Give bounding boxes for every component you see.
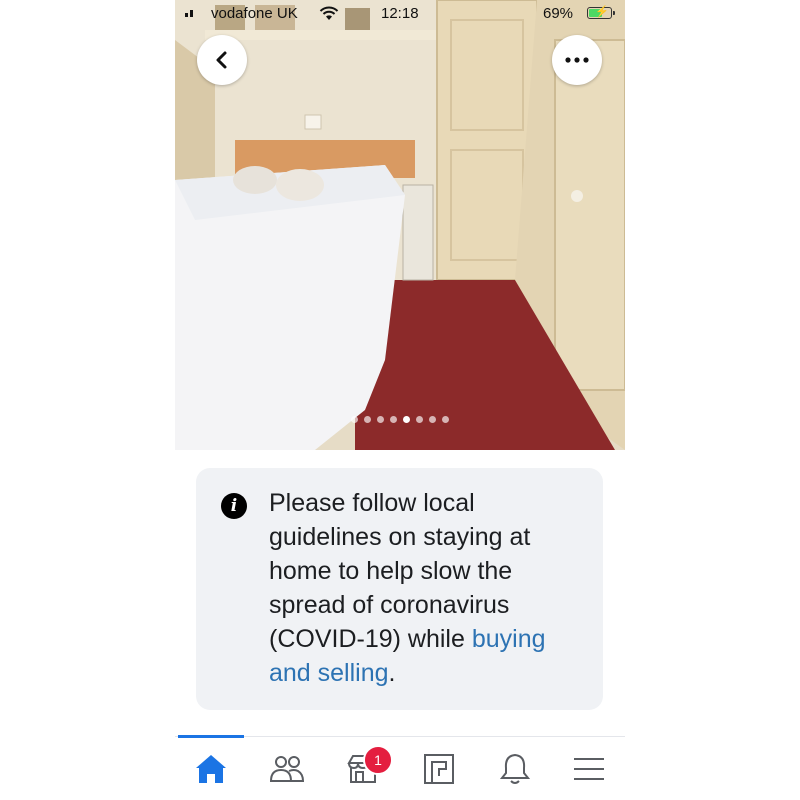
covid-notice-card: i Please follow local guidelines on stay… bbox=[196, 468, 603, 710]
pager-dot[interactable] bbox=[403, 416, 410, 423]
notice-message: Please follow local guidelines on stayin… bbox=[269, 486, 587, 690]
menu-icon bbox=[574, 758, 604, 780]
photo-pager[interactable] bbox=[175, 416, 625, 423]
pager-dot[interactable] bbox=[416, 416, 423, 423]
marketplace-listing-screen: vodafone UK 12:18 69% ⚡ i Please follow … bbox=[175, 0, 625, 800]
marketplace-badge: 1 bbox=[363, 745, 393, 775]
pager-dot[interactable] bbox=[364, 416, 371, 423]
bottom-tab-bar: 1 bbox=[175, 735, 625, 800]
pager-dot[interactable] bbox=[442, 416, 449, 423]
listing-photo[interactable]: vodafone UK 12:18 69% ⚡ bbox=[175, 0, 625, 450]
battery-percent: 69% bbox=[543, 5, 574, 22]
tab-notifications[interactable] bbox=[490, 749, 540, 789]
more-dots-icon bbox=[565, 57, 589, 63]
more-options-button[interactable] bbox=[552, 35, 602, 85]
pager-dot[interactable] bbox=[429, 416, 436, 423]
active-tab-indicator bbox=[178, 735, 244, 738]
carrier-name: vodafone UK bbox=[211, 5, 298, 22]
pages-icon bbox=[424, 754, 454, 784]
info-icon: i bbox=[221, 493, 247, 519]
notice-period: . bbox=[388, 659, 396, 687]
pager-dot[interactable] bbox=[351, 416, 358, 423]
bell-icon bbox=[499, 753, 531, 784]
pager-dot[interactable] bbox=[390, 416, 397, 423]
back-button[interactable] bbox=[197, 35, 247, 85]
friends-icon bbox=[269, 756, 305, 782]
tab-menu[interactable] bbox=[564, 749, 614, 789]
tab-pages[interactable] bbox=[414, 749, 464, 789]
tab-home[interactable] bbox=[186, 749, 236, 789]
tab-friends[interactable] bbox=[262, 749, 312, 789]
wifi-icon bbox=[319, 6, 339, 21]
status-bar: vodafone UK 12:18 69% ⚡ bbox=[175, 0, 625, 28]
chevron-left-icon bbox=[216, 51, 227, 69]
battery-charging-icon: ⚡ bbox=[587, 6, 615, 19]
cellular-signal-icon bbox=[185, 10, 193, 17]
pager-dot[interactable] bbox=[377, 416, 384, 423]
home-icon bbox=[196, 755, 226, 783]
status-time: 12:18 bbox=[381, 5, 419, 22]
